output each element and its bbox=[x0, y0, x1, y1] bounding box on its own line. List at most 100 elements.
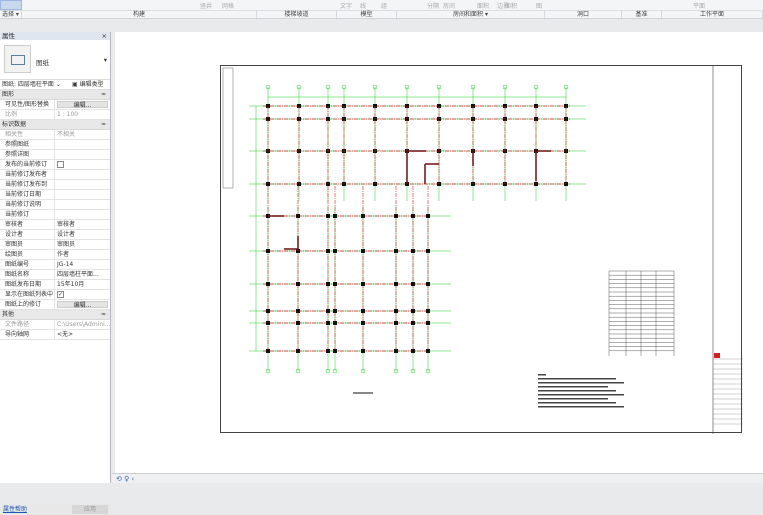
property-group-header[interactable]: 其他 ≈ bbox=[0, 310, 110, 320]
ribbon-tool[interactable]: 面积 bbox=[477, 1, 489, 10]
column bbox=[266, 249, 270, 253]
ribbon-panel[interactable]: 房间和面积 ▾ bbox=[397, 11, 545, 20]
column bbox=[394, 249, 398, 253]
property-label: 审图员 bbox=[0, 240, 55, 249]
apply-button[interactable]: 应用 bbox=[72, 505, 108, 514]
ribbon-tool[interactable]: 房间 bbox=[443, 1, 455, 10]
property-value[interactable]: 15年10月 bbox=[55, 280, 110, 289]
property-label: 绘图员 bbox=[0, 250, 55, 259]
column bbox=[426, 309, 430, 313]
collapse-icon[interactable]: ≈ bbox=[101, 90, 106, 100]
property-value[interactable] bbox=[55, 210, 110, 219]
property-value[interactable] bbox=[55, 150, 110, 159]
checkbox[interactable] bbox=[57, 160, 64, 168]
ribbon-panel[interactable]: 基准 bbox=[622, 11, 662, 20]
ribbon-panel[interactable]: 选择 ▾ bbox=[0, 11, 22, 20]
close-icon[interactable]: × bbox=[102, 32, 107, 40]
view-controls[interactable]: ⟲ ♀ ‹ bbox=[116, 475, 134, 483]
collapse-icon[interactable]: ≈ bbox=[101, 310, 106, 320]
ribbon-tool[interactable]: 文字 bbox=[340, 1, 352, 10]
column bbox=[361, 249, 365, 253]
property-label: 显示在图纸列表中 bbox=[0, 290, 55, 299]
property-value[interactable] bbox=[55, 170, 110, 179]
property-value[interactable] bbox=[55, 200, 110, 209]
edit-button[interactable]: 编辑... bbox=[57, 101, 108, 109]
property-label: 发布的当前修订 bbox=[0, 160, 55, 169]
chevron-down-icon[interactable]: ▾ bbox=[104, 56, 107, 64]
ribbon-tool[interactable]: 竖井 bbox=[200, 1, 212, 10]
ribbon-panel[interactable]: 洞口 bbox=[545, 11, 622, 20]
ribbon-tool[interactable]: 组 bbox=[381, 1, 387, 10]
column bbox=[333, 349, 337, 353]
column bbox=[411, 309, 415, 313]
instance-filter-row: 图纸: 四层墙柱平面 ⌄ ▣ 编辑类型 bbox=[0, 80, 110, 90]
property-label: 图纸名称 bbox=[0, 270, 55, 279]
property-value[interactable]: JG-14 bbox=[55, 260, 110, 269]
property-row: 当前修订发布者 bbox=[0, 170, 110, 180]
property-label: 设计者 bbox=[0, 230, 55, 239]
column bbox=[361, 349, 365, 353]
column bbox=[426, 214, 430, 218]
property-value[interactable] bbox=[55, 190, 110, 199]
property-value[interactable]: 1 : 100 bbox=[55, 110, 110, 119]
property-value[interactable]: <无> bbox=[55, 330, 110, 339]
properties-help-link[interactable]: 属性帮助 bbox=[3, 504, 27, 515]
property-row: 参照图纸 bbox=[0, 140, 110, 150]
property-value[interactable]: 四层墙柱平面... bbox=[55, 270, 110, 279]
checkbox[interactable]: ✓ bbox=[57, 290, 64, 298]
collapse-icon[interactable]: ≈ bbox=[101, 120, 106, 130]
column bbox=[333, 249, 337, 253]
ribbon-tool[interactable]: 线 bbox=[360, 1, 366, 10]
column bbox=[296, 282, 300, 286]
group-name: 标识数据 bbox=[2, 121, 27, 128]
column bbox=[326, 249, 330, 253]
notes-text bbox=[538, 398, 608, 400]
group-name: 其他 bbox=[2, 311, 15, 318]
column bbox=[411, 249, 415, 253]
property-row: 图纸上的修订 编辑... bbox=[0, 300, 110, 310]
notes-text bbox=[538, 402, 616, 404]
property-value[interactable]: 审图员 bbox=[55, 240, 110, 249]
column bbox=[296, 321, 300, 325]
drawing-canvas[interactable] bbox=[115, 32, 763, 473]
property-value[interactable]: 设计者 bbox=[55, 230, 110, 239]
property-value[interactable]: 不相关 bbox=[55, 130, 110, 139]
column bbox=[296, 309, 300, 313]
ribbon-panel[interactable]: 构建 bbox=[22, 11, 257, 20]
instance-filter-select[interactable]: 图纸: 四层墙柱平面 ⌄ bbox=[2, 81, 68, 89]
ribbon-panel[interactable]: 楼梯坡道 bbox=[257, 11, 337, 20]
ribbon-tool[interactable]: 平面 bbox=[693, 1, 705, 10]
property-label: 参照图纸 bbox=[0, 140, 55, 149]
notes-text bbox=[538, 378, 616, 380]
column bbox=[394, 321, 398, 325]
property-row: 绘图员 作者 bbox=[0, 250, 110, 260]
ribbon-tool[interactable]: 面积 bbox=[505, 1, 517, 10]
ribbon-panel-labels: 选择 ▾ 构建 楼梯坡道 模型 房间和面积 ▾ 洞口 基准 工作平面 bbox=[0, 10, 763, 20]
ribbon-panel[interactable]: 模型 bbox=[337, 11, 397, 20]
property-value[interactable]: C:\Users\Admini... bbox=[55, 320, 110, 329]
view-control-bar: ⟲ ♀ ‹ bbox=[112, 473, 763, 483]
property-value[interactable] bbox=[55, 180, 110, 189]
ribbon-tool[interactable]: 图 bbox=[536, 1, 542, 10]
property-row: 文件路径 C:\Users\Admini... bbox=[0, 320, 110, 330]
column bbox=[394, 282, 398, 286]
ribbon-tool[interactable]: 网格 bbox=[222, 1, 234, 10]
property-group-header[interactable]: 标识数据 ≈ bbox=[0, 120, 110, 130]
edit-button[interactable]: 编辑... bbox=[57, 301, 108, 309]
edit-type-button[interactable]: ▣ 编辑类型 bbox=[72, 80, 104, 90]
property-group-header[interactable]: 图形 ≈ bbox=[0, 90, 110, 100]
column bbox=[361, 214, 365, 218]
property-row: 相关性 不相关 bbox=[0, 130, 110, 140]
property-value[interactable]: 作者 bbox=[55, 250, 110, 259]
column bbox=[333, 214, 337, 218]
notes-text bbox=[538, 386, 608, 388]
property-value[interactable] bbox=[55, 140, 110, 149]
property-value[interactable]: 审核者 bbox=[55, 220, 110, 229]
property-label: 当前修订 bbox=[0, 210, 55, 219]
property-label: 图纸上的修订 bbox=[0, 300, 55, 309]
column bbox=[333, 309, 337, 313]
type-selector[interactable]: 图纸 ▾ bbox=[0, 40, 110, 80]
ribbon-tool[interactable]: 分隔 bbox=[427, 1, 439, 10]
column bbox=[411, 282, 415, 286]
ribbon-panel[interactable]: 工作平面 bbox=[662, 11, 763, 20]
